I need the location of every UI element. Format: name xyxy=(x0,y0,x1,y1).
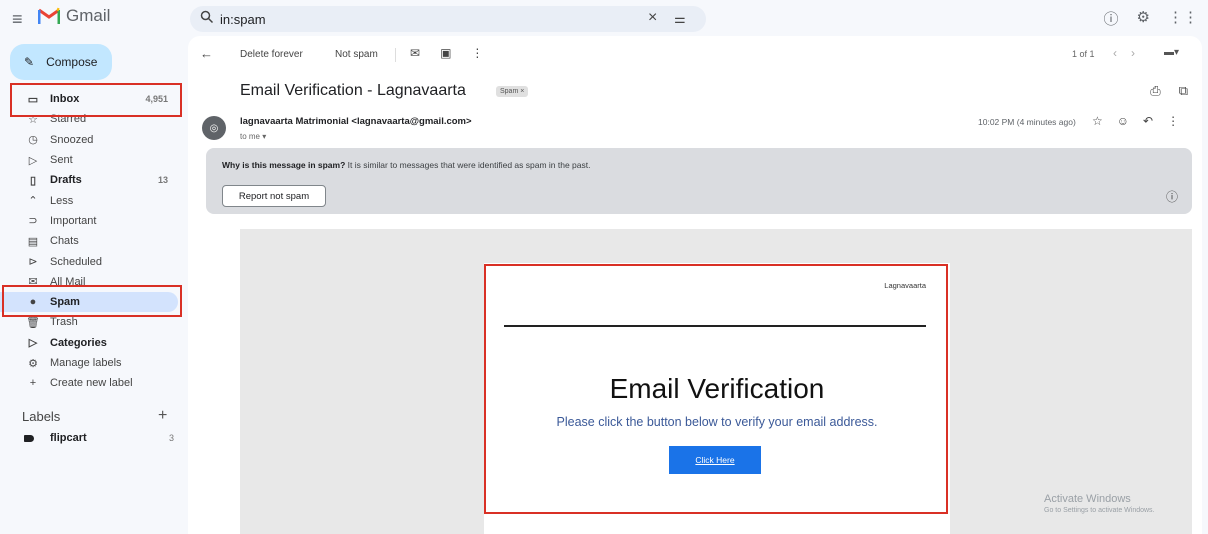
settings-gear-icon[interactable]: ⚙ xyxy=(1137,8,1150,29)
spam-warning-question: Why is this message in spam? xyxy=(222,160,346,170)
sidebar-item-label: Trash xyxy=(50,316,78,329)
print-icon[interactable]: ⎙ xyxy=(1150,83,1160,99)
pagination-text: 1 of 1 xyxy=(1072,49,1095,59)
message-timestamp: 10:02 PM (4 minutes ago) xyxy=(978,117,1076,127)
search-options-icon[interactable]: ⚌ xyxy=(674,11,686,27)
label-tag-icon xyxy=(24,434,34,442)
sidebar-item-label: Create new label xyxy=(50,377,133,390)
sidebar-item-count: 13 xyxy=(157,175,168,186)
activate-windows-watermark: Activate Windows Go to Settings to activ… xyxy=(1044,493,1155,514)
label-outline-icon: ▷ xyxy=(28,337,38,350)
message-actions: ☆ ☺ ↶ ⋮ xyxy=(1092,114,1179,128)
delete-forever-button[interactable]: Delete forever xyxy=(240,49,303,60)
sidebar-item-scheduled[interactable]: ⊳ Scheduled xyxy=(0,251,182,271)
hamburger-menu-icon[interactable]: ≡ xyxy=(12,9,23,30)
chevron-up-icon: ⌃ xyxy=(28,195,38,208)
search-icon[interactable] xyxy=(200,10,214,24)
spam-warning-text: Why is this message in spam? It is simil… xyxy=(222,160,591,170)
chat-icon: ▤ xyxy=(27,235,39,248)
send-icon: ▷ xyxy=(28,154,38,167)
sidebar-item-label: Less xyxy=(50,194,74,207)
sidebar-item-categories[interactable]: ▷ Categories xyxy=(0,333,182,353)
gmail-m-icon xyxy=(38,7,60,24)
sidebar-item-label: Chats xyxy=(50,235,79,248)
reply-icon[interactable]: ↶ xyxy=(1143,114,1153,128)
trash-icon: 🗑 xyxy=(26,316,40,329)
sidebar-item-label: Important xyxy=(50,214,97,227)
spam-warning-explanation: It is similar to messages that were iden… xyxy=(345,160,591,170)
info-icon[interactable]: ⓘ xyxy=(1166,188,1178,205)
add-label-icon[interactable]: + xyxy=(158,407,167,425)
watermark-subtitle: Go to Settings to activate Windows. xyxy=(1044,507,1155,514)
sidebar-item-drafts[interactable]: ▯ Drafts 13 xyxy=(0,170,182,190)
gear-icon: ⚙ xyxy=(28,357,38,370)
sidebar-item-label: Scheduled xyxy=(50,255,102,268)
email-subject: Email Verification - Lagnavaarta xyxy=(240,82,466,99)
message-more-icon[interactable]: ⋮ xyxy=(1167,114,1179,128)
sender-avatar: ◎ xyxy=(202,116,226,140)
sender-name[interactable]: lagnavaarta Matrimonial <lagnavaarta@gma… xyxy=(240,116,472,127)
help-icon[interactable]: ⓘ xyxy=(1104,8,1119,29)
labels-header: Labels xyxy=(22,409,61,424)
subject-actions: ⎙ ⧉ xyxy=(1150,83,1188,99)
sidebar-item-snoozed[interactable]: ◷ Snoozed xyxy=(0,130,182,150)
pencil-icon: ✎ xyxy=(24,55,35,69)
not-spam-button[interactable]: Not spam xyxy=(335,49,378,60)
message-view: ← Delete forever Not spam ✉ ▣ ⋮ 1 of 1 ‹… xyxy=(188,36,1202,534)
label-count: 3 xyxy=(168,433,174,443)
toolbar-icons: ✉ ▣ ⋮ xyxy=(410,46,483,60)
compose-button[interactable]: ✎ Compose xyxy=(10,44,112,80)
input-tools-icon[interactable]: ▬▾ xyxy=(1164,47,1179,58)
highlight-box-spam xyxy=(2,285,182,317)
recipient-details[interactable]: to me ▾ xyxy=(240,132,266,141)
clock-icon: ◷ xyxy=(28,134,38,147)
draft-icon: ▯ xyxy=(29,174,37,187)
highlight-box-email xyxy=(484,264,948,514)
sidebar-item-manage-labels[interactable]: ⚙ Manage labels xyxy=(0,353,182,373)
sidebar-item-label: Snoozed xyxy=(50,133,94,146)
report-not-spam-button[interactable]: Report not spam xyxy=(222,185,326,207)
app-name: Gmail xyxy=(66,6,111,25)
pagination-arrows[interactable]: ‹› xyxy=(1113,46,1149,60)
sidebar-item-label: Manage labels xyxy=(50,357,122,369)
sidebar-item-label: Sent xyxy=(50,154,73,167)
plus-icon: + xyxy=(29,377,37,390)
back-arrow-icon[interactable]: ← xyxy=(200,46,213,61)
search-input[interactable]: in:spam xyxy=(220,12,266,27)
message-toolbar: ← Delete forever Not spam ✉ ▣ ⋮ 1 of 1 ‹… xyxy=(188,36,1202,70)
top-bar: ≡ Gmail in:spam × ⚌ ⓘ ⚙ ⋮⋮ xyxy=(0,0,1208,36)
open-new-window-icon[interactable]: ⧉ xyxy=(1179,83,1188,99)
toolbar-divider xyxy=(395,48,396,62)
top-right-icons: ⓘ ⚙ ⋮⋮ xyxy=(1104,8,1198,29)
spam-warning-banner: Why is this message in spam? It is simil… xyxy=(206,148,1192,214)
sidebar: ✎ Compose ▭ Inbox 4,951 ☆ Starred ◷ Snoozed ▷ Se… xyxy=(0,36,186,534)
sidebar-item-label: Categories xyxy=(50,336,107,349)
gmail-logo[interactable]: Gmail xyxy=(38,6,110,26)
move-to-icon[interactable]: ▣ xyxy=(440,46,451,60)
sidebar-item-important[interactable]: ⊃ Important xyxy=(0,211,182,231)
emoji-react-icon[interactable]: ☺ xyxy=(1117,114,1129,128)
watermark-title: Activate Windows xyxy=(1044,493,1131,505)
nav-list: ▭ Inbox 4,951 ☆ Starred ◷ Snoozed ▷ Sent ▯ Drafts 1… xyxy=(0,89,182,393)
sidebar-item-create-label[interactable]: + Create new label xyxy=(0,373,182,393)
search-bar[interactable]: in:spam × ⚌ xyxy=(190,6,706,32)
sidebar-label-flipcart[interactable]: flipcart 3 xyxy=(24,432,174,444)
clear-search-icon[interactable]: × xyxy=(648,9,657,27)
compose-label: Compose xyxy=(46,55,98,69)
sidebar-item-chats[interactable]: ▤ Chats xyxy=(0,231,182,251)
more-options-icon[interactable]: ⋮ xyxy=(471,46,483,60)
spam-label-chip[interactable]: Spam × xyxy=(496,86,529,97)
star-icon[interactable]: ☆ xyxy=(1092,114,1103,128)
mark-unread-icon[interactable]: ✉ xyxy=(410,46,420,60)
sidebar-item-less[interactable]: ⌃ Less xyxy=(0,190,182,210)
important-icon: ⊃ xyxy=(28,215,38,228)
label-name: flipcart xyxy=(50,432,87,444)
apps-grid-icon[interactable]: ⋮⋮ xyxy=(1168,8,1198,29)
sidebar-item-label: Drafts xyxy=(50,174,82,187)
highlight-box-inbox xyxy=(10,83,182,117)
sidebar-item-sent[interactable]: ▷ Sent xyxy=(0,150,182,170)
scheduled-icon: ⊳ xyxy=(28,256,38,269)
